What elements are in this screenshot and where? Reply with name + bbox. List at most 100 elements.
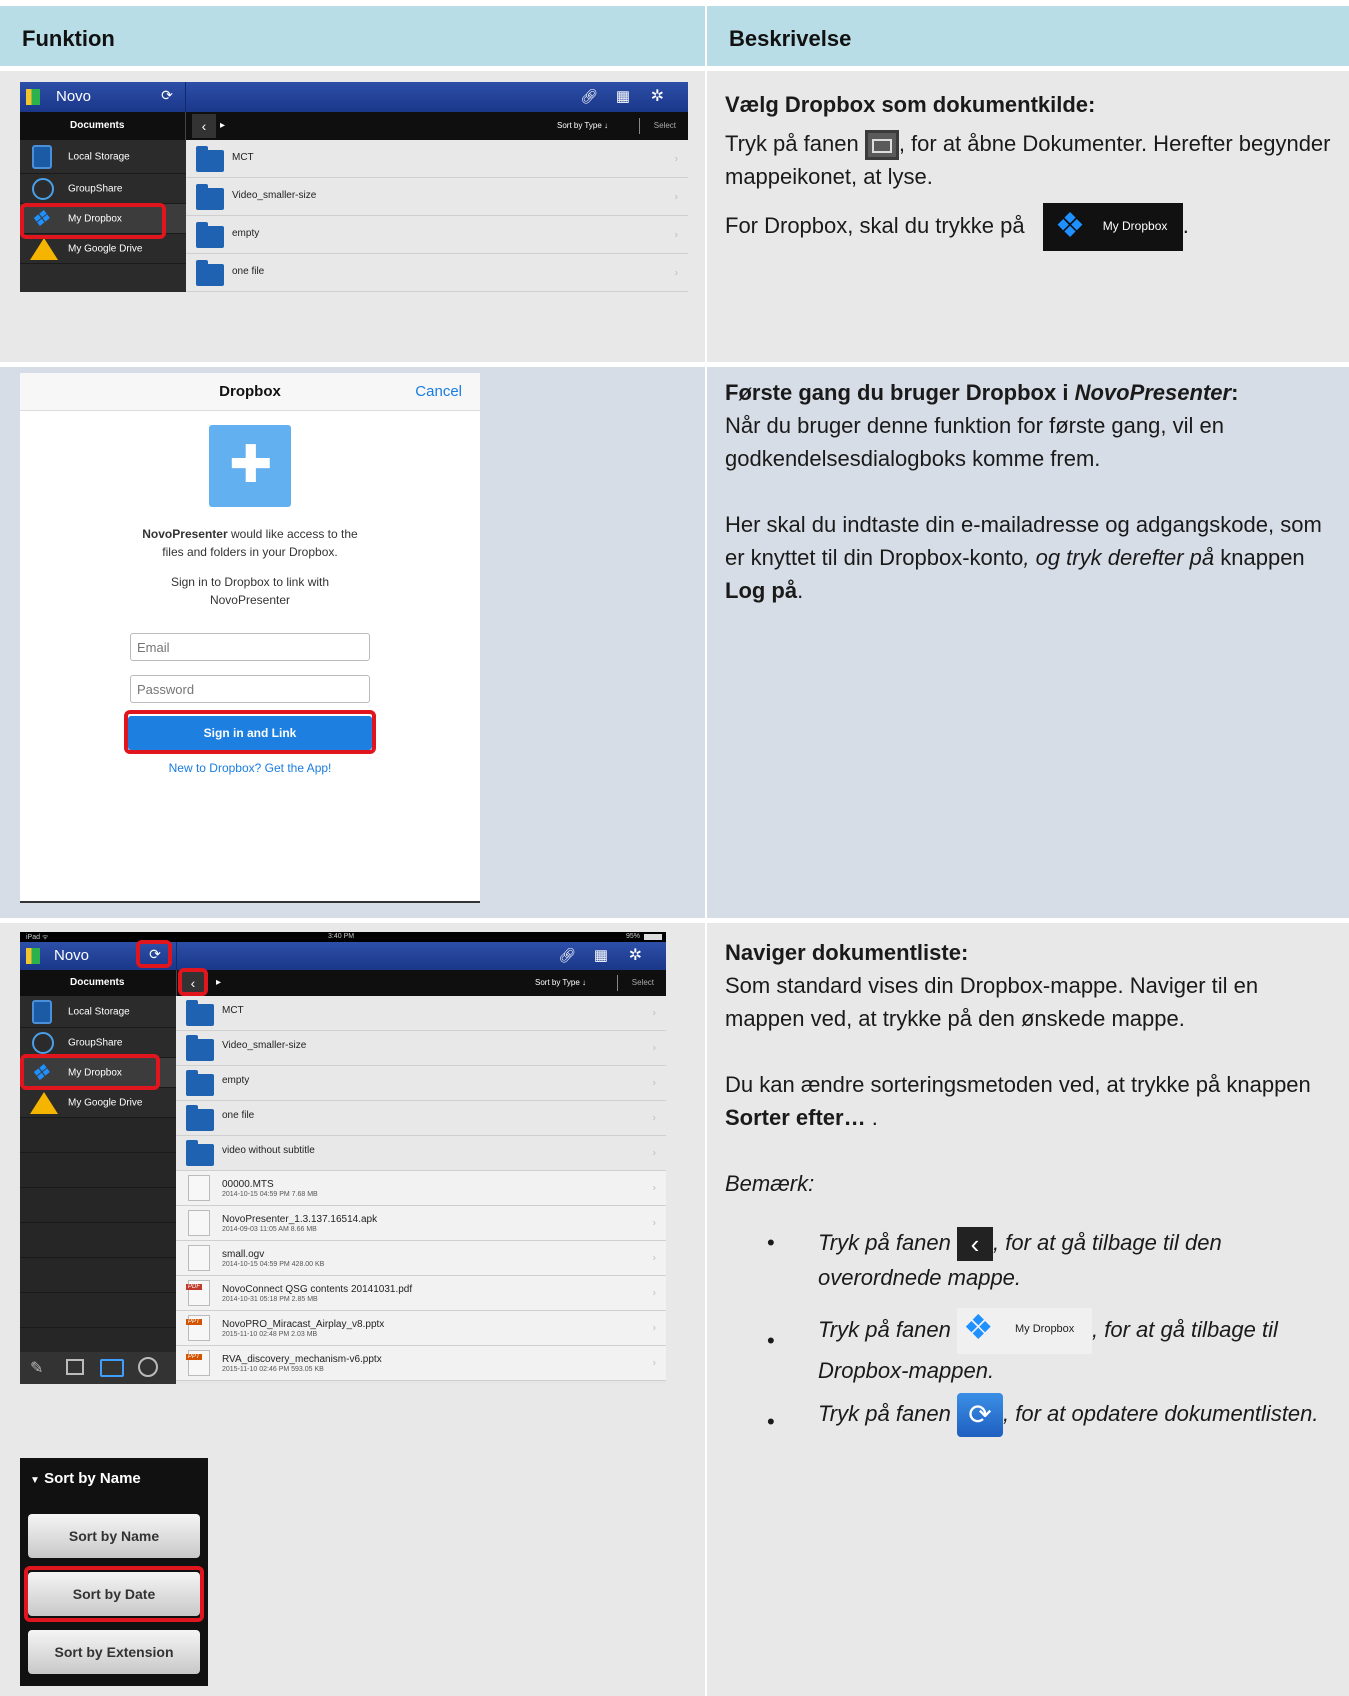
header-funktion: Funktion bbox=[0, 6, 705, 66]
pdf-icon: PDF bbox=[186, 1280, 210, 1306]
grid-icon[interactable]: ▦ bbox=[594, 946, 608, 964]
folder-icon bbox=[196, 260, 224, 286]
status-bar: iPad ᯤ 3:40 PM 95% bbox=[20, 932, 666, 942]
highlight-dropbox bbox=[20, 203, 166, 239]
row3-text: Naviger dokumentliste: Som standard vise… bbox=[725, 940, 1311, 1196]
forward-icon[interactable]: ▸ bbox=[220, 120, 225, 131]
list-item[interactable]: Video_smaller-size › bbox=[176, 1031, 666, 1066]
list-item[interactable]: video without subtitle › bbox=[176, 1136, 666, 1171]
highlight-sort-date bbox=[24, 1566, 204, 1622]
groupshare-icon bbox=[32, 178, 54, 200]
forward-icon[interactable]: ▸ bbox=[216, 977, 221, 988]
select-button[interactable]: Select bbox=[654, 121, 676, 130]
list-item[interactable]: PDF NovoConnect QSG contents 20141031.pdf… bbox=[176, 1276, 666, 1311]
folder-tab-icon bbox=[864, 130, 899, 161]
google-drive-icon bbox=[30, 1092, 58, 1114]
row1-title: Vælg Dropbox som dokumentkilde: bbox=[725, 92, 1096, 117]
back-icon: ‹ bbox=[957, 1227, 993, 1262]
pen-icon[interactable]: ✎ bbox=[30, 1358, 43, 1378]
list-item[interactable]: MCT › bbox=[186, 140, 688, 178]
novo-app-screenshot-1: Novo ⟳ 🔗︎ ▦ ✲ Documents ‹ ▸ Sort by Type… bbox=[20, 82, 688, 292]
sort-by-name-option[interactable]: Sort by Name bbox=[28, 1514, 200, 1558]
file-icon bbox=[188, 1245, 210, 1271]
my-dropbox-inline-button: ❖ My Dropbox bbox=[957, 1308, 1092, 1354]
link-icon[interactable]: 🔗︎ bbox=[558, 947, 576, 964]
app-file-list: MCT › Video_smaller-size › empty › one file… bbox=[186, 140, 688, 292]
gear-icon[interactable]: ✲ bbox=[629, 945, 642, 965]
highlight-refresh bbox=[136, 940, 172, 968]
header-beskrivelse: Beskrivelse bbox=[707, 6, 1349, 66]
sidebar-item-google-drive[interactable]: My Google Drive bbox=[20, 1088, 176, 1118]
novo-logo-icon bbox=[26, 948, 40, 964]
list-item[interactable]: NovoPresenter_1.3.137.16514.apk 2014-09-0… bbox=[176, 1206, 666, 1241]
folder-icon bbox=[196, 146, 224, 172]
dropbox-icon: ❖ bbox=[1054, 207, 1086, 246]
globe-icon[interactable] bbox=[138, 1357, 158, 1377]
groupshare-icon bbox=[32, 1032, 54, 1054]
password-field[interactable] bbox=[130, 675, 370, 703]
folder-icon bbox=[196, 184, 224, 210]
file-icon bbox=[188, 1210, 210, 1236]
list-item[interactable]: one file › bbox=[186, 254, 688, 292]
novo-logo-icon bbox=[26, 89, 40, 105]
sort-button[interactable]: Sort by Type ↓ bbox=[535, 978, 586, 987]
list-item[interactable]: PPT NovoPRO_Miracast_Airplay_v8.pptx 2015-… bbox=[176, 1311, 666, 1346]
app-subbar: Documents ‹ ▸ Sort by Type ↓ Select bbox=[20, 970, 666, 996]
ppt-icon: PPT bbox=[186, 1350, 210, 1376]
image-icon[interactable] bbox=[66, 1359, 84, 1375]
cancel-button[interactable]: Cancel bbox=[415, 383, 462, 400]
document-table: Funktion Beskrivelse Novo ⟳ 🔗︎ ▦ ✲ Docum… bbox=[0, 0, 1349, 1696]
highlight-dropbox bbox=[20, 1054, 160, 1090]
tablet-icon bbox=[32, 145, 52, 169]
refresh-icon[interactable]: ⟳ bbox=[152, 87, 182, 107]
list-item[interactable]: small.ogv 2014-10-15 04:59 PM 428.00 KB › bbox=[176, 1241, 666, 1276]
app-topbar: Novo ⟳ 🔗︎ ▦ ✲ bbox=[20, 942, 666, 970]
sort-menu: ▼ Sort by Name Sort by Name Sort by Date… bbox=[20, 1458, 208, 1686]
puzzle-icon: ✚ bbox=[209, 425, 291, 507]
documents-label: Documents bbox=[70, 120, 125, 131]
file-icon bbox=[188, 1175, 210, 1201]
sidebar-item-local-storage[interactable]: Local Storage bbox=[20, 996, 176, 1028]
my-dropbox-inline-button: ❖ My Dropbox bbox=[1042, 203, 1183, 252]
list-item[interactable]: PPT RVA_discovery_mechanism-v6.pptx 2015-1… bbox=[176, 1346, 666, 1381]
bottom-toolbar: ✎ bbox=[20, 1352, 176, 1384]
sort-button[interactable]: Sort by Type ↓ bbox=[557, 121, 608, 130]
dropbox-icon: ❖ bbox=[963, 1309, 994, 1347]
email-field[interactable] bbox=[130, 633, 370, 661]
link-icon[interactable]: 🔗︎ bbox=[580, 88, 598, 105]
highlight-back bbox=[178, 968, 208, 996]
list-item[interactable]: MCT › bbox=[176, 996, 666, 1031]
refresh-icon: ⟳ bbox=[957, 1393, 1003, 1437]
list-item[interactable]: Video_smaller-size › bbox=[186, 178, 688, 216]
app-logo-text: Novo bbox=[56, 88, 92, 105]
row1-text: Vælg Dropbox som dokumentkilde: Tryk på … bbox=[725, 88, 1340, 252]
sort-by-extension-option[interactable]: Sort by Extension bbox=[28, 1630, 200, 1674]
row2-text: Første gang du bruger Dropbox i NovoPres… bbox=[725, 380, 1322, 603]
col2-heading: Beskrivelse bbox=[729, 26, 852, 51]
novo-app-screenshot-2: iPad ᯤ 3:40 PM 95% Novo ⟳ 🔗︎ ▦ ✲ Documen… bbox=[20, 932, 666, 1384]
sidebar-item-local-storage[interactable]: Local Storage bbox=[20, 140, 186, 174]
app-file-list: MCT › Video_smaller-size › empty › one file… bbox=[176, 996, 666, 1384]
list-item[interactable]: empty › bbox=[186, 216, 688, 254]
bullet-1: • Tryk på fanen ‹, for at gå tilbage til… bbox=[767, 1227, 1222, 1291]
dropbox-dialog: Dropbox Cancel ✚ NovoPresenter would lik… bbox=[20, 373, 480, 903]
sidebar-item-groupshare[interactable]: GroupShare bbox=[20, 174, 186, 204]
google-drive-icon bbox=[30, 238, 58, 260]
folder-icon bbox=[196, 222, 224, 248]
bullet-3: • Tryk på fanen ⟳, for at opdatere dokum… bbox=[767, 1393, 1340, 1437]
dialog-title: Dropbox bbox=[219, 383, 281, 400]
get-app-link[interactable]: New to Dropbox? Get the App! bbox=[20, 761, 480, 775]
gear-icon[interactable]: ✲ bbox=[651, 86, 664, 106]
grid-icon[interactable]: ▦ bbox=[616, 87, 630, 105]
app-subbar: Documents ‹ ▸ Sort by Type ↓ Select bbox=[20, 112, 688, 140]
select-button[interactable]: Select bbox=[632, 978, 654, 987]
list-item[interactable]: empty › bbox=[176, 1066, 666, 1101]
back-icon[interactable]: ‹ bbox=[192, 114, 216, 138]
app-topbar: Novo ⟳ 🔗︎ ▦ ✲ bbox=[20, 82, 688, 112]
folder-tab-icon[interactable] bbox=[100, 1359, 124, 1377]
ppt-icon: PPT bbox=[186, 1315, 210, 1341]
sort-menu-header: Sort by Name bbox=[44, 1470, 141, 1487]
list-item[interactable]: 00000.MTS 2014-10-15 04:59 PM 7.68 MB › bbox=[176, 1171, 666, 1206]
list-item[interactable]: one file › bbox=[176, 1101, 666, 1136]
highlight-sign-in bbox=[124, 710, 376, 754]
